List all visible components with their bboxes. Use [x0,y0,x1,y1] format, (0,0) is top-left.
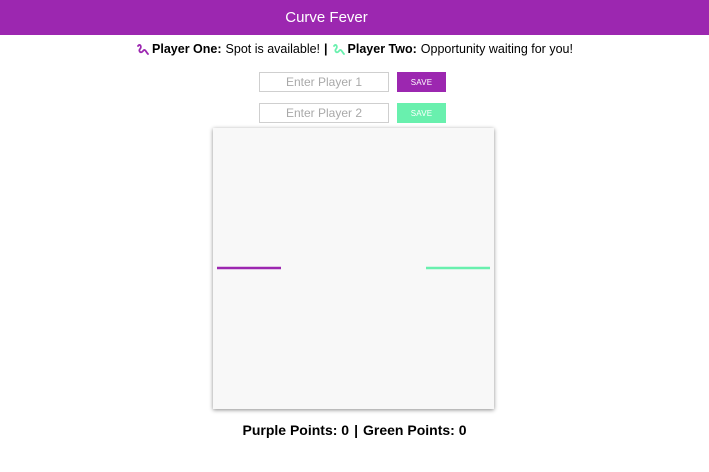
app-header: Curve Fever [0,0,709,35]
player-one-status: Spot is available! [225,42,321,56]
purple-points-label: Purple Points: [242,422,338,438]
player-two-squiggle-icon [332,43,345,55]
green-points-label: Green Points: [363,422,455,438]
player-one-squiggle-icon [137,43,149,55]
player1-save-button[interactable]: SAVE [397,72,446,92]
player-two-status: Opportunity waiting for you! [420,42,573,56]
player1-form: SAVE [259,72,447,92]
player2-form: SAVE [259,103,447,123]
player-one-label: Player One: [152,42,222,56]
player1-name-input[interactable] [259,72,389,92]
purple-points-value: 0 [341,422,350,438]
score-separator: | [354,422,359,438]
player-status-bar: Player One: Spot is available! | Player … [0,40,709,58]
game-board[interactable] [213,128,494,409]
player-two-label: Player Two: [347,42,417,56]
green-points-value: 0 [458,422,467,438]
app-title: Curve Fever [285,9,368,26]
game-canvas [217,266,490,270]
player2-name-input[interactable] [259,103,389,123]
status-separator: | [324,42,328,56]
player2-save-button[interactable]: SAVE [397,103,446,123]
scoreboard: Purple Points: 0 | Green Points: 0 [0,420,709,440]
